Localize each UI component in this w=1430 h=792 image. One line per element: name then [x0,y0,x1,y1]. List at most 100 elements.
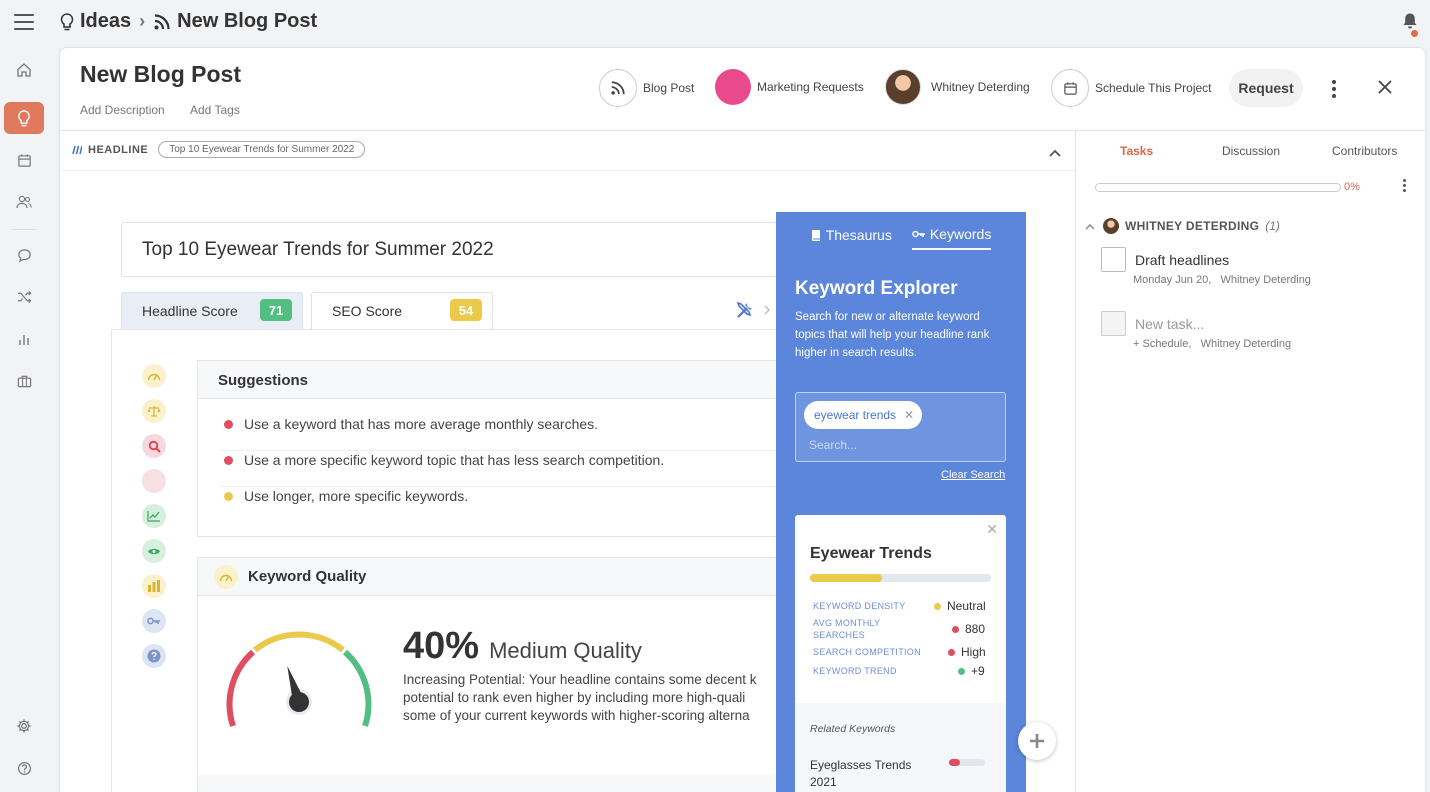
keyword-score-fill [810,574,883,582]
keyword-chip[interactable]: eyewear trends ✕ [804,401,923,429]
help-icon[interactable] [4,752,44,784]
calendar-icon[interactable] [4,144,44,176]
task-progress-percent: 0% [1344,181,1360,193]
suggestion-item: Use longer, more specific keywords. [224,488,468,504]
gauge-green-arc [342,649,372,727]
suggestions-panel: Suggestions Use a keyword that has more … [197,360,798,537]
schedule-project-button[interactable]: Schedule This Project [1051,69,1212,107]
quality-percent: 40% [403,625,480,667]
tab-label: SEO Score [332,303,403,319]
close-icon[interactable]: ✕ [986,521,998,538]
metric-label: KEYWORD DENSITY [813,601,906,611]
tab-contributors[interactable]: Contributors [1332,144,1397,158]
blank-icon[interactable] [142,469,166,493]
related-keywords: Related Keywords Eyeglasses Trends 2021 [795,703,1006,792]
clear-search-link[interactable]: Clear Search [941,469,1005,481]
collapse-chevron-up-icon[interactable] [1049,144,1061,162]
chat-icon[interactable] [4,239,44,271]
headline-label: HEADLINE [88,143,149,156]
explorer-description: Search for new or alternate keyword topi… [795,311,990,359]
keyword-quality-header: Keyword Quality [198,558,797,596]
search-icon[interactable] [142,434,166,458]
close-icon[interactable] [1377,79,1393,100]
suggestion-text: Use a more specific keyword topic that h… [244,452,665,468]
left-nav [0,44,48,792]
suggestion-item: Use a more specific keyword topic that h… [224,452,664,468]
question-icon[interactable] [142,644,166,668]
tab-headline-score[interactable]: Headline Score 71 [121,292,303,329]
tab-discussion[interactable]: Discussion [1222,144,1280,158]
key-icon[interactable] [142,609,166,633]
balance-scale-icon[interactable] [142,399,166,423]
seo-score-badge: 54 [450,299,482,321]
tab-thesaurus[interactable]: Thesaurus [811,226,892,250]
home-icon[interactable] [4,54,44,86]
search-placeholder: Search... [809,438,858,452]
assignee-count: (1) [1265,219,1280,233]
more-options-icon[interactable] [1332,80,1336,101]
avatar [885,69,921,105]
add-description-link[interactable]: Add Description [80,103,165,117]
new-task-checkbox[interactable] [1101,311,1126,336]
calendar-icon [1051,69,1089,107]
keyword-quality-title: Keyword Quality [248,568,367,585]
breadcrumb-current: New Blog Post [177,10,318,32]
task-title[interactable]: Draft headlines [1135,252,1229,268]
more-options-icon[interactable] [1403,179,1406,194]
content-type-button[interactable]: Blog Post [599,69,694,107]
campaign-button[interactable]: Marketing Requests [715,69,864,105]
tab-keywords[interactable]: Keywords [911,226,992,250]
content-type-label: Blog Post [643,81,695,95]
key-icon [912,230,925,238]
task-meta: Monday Jun 20, Whitney Deterding [1133,274,1311,286]
new-task-meta[interactable]: + Schedule, Whitney Deterding [1133,338,1291,350]
ideas-icon[interactable] [4,102,44,134]
headline-score-badge: 71 [260,299,292,321]
assignee-group[interactable]: WHITNEY DETERDING (1) [1085,218,1280,234]
metric-label: KEYWORD TREND [813,666,897,676]
suggestion-item: Use a keyword that has more average mont… [224,416,598,432]
add-keyword-button[interactable] [1018,722,1056,760]
speedometer-icon[interactable] [142,364,166,388]
tools-icon [736,301,752,318]
hamburger-menu-icon[interactable] [14,14,34,30]
project-card: New Blog Post Add Description Add Tags B… [59,47,1426,792]
analytics-icon[interactable] [4,323,44,355]
new-task-input[interactable]: New task... [1135,316,1204,332]
settings-gear-icon[interactable] [4,710,44,742]
quality-label: Medium Quality [489,638,642,663]
keyword-search-input[interactable]: eyewear trends ✕ Search... [795,392,1006,462]
tools-button[interactable] [735,300,771,320]
page-title[interactable]: New Blog Post [80,61,241,88]
remove-chip-icon[interactable]: ✕ [904,408,914,422]
metric-label: SEARCH COMPETITION [813,647,921,657]
shuffle-icon[interactable] [4,281,44,313]
headline-input[interactable]: Top 10 Eyewear Trends for Summer 2022 [121,222,791,277]
headline-pill[interactable]: Top 10 Eyewear Trends for Summer 2022 [158,141,366,158]
avatar [1103,218,1119,234]
eye-icon[interactable] [142,539,166,563]
briefcase-icon[interactable] [4,365,44,397]
related-score-fill [949,759,960,766]
gauge-needle [286,665,312,715]
rss-icon [154,13,170,29]
tab-tasks[interactable]: Tasks [1120,144,1153,158]
task-checkbox[interactable] [1101,247,1126,272]
team-icon[interactable] [4,186,44,218]
add-tags-link[interactable]: Add Tags [190,103,240,117]
owner-button[interactable]: Whitney Deterding [885,69,1030,105]
gauge-red-arc [226,649,256,727]
tab-label: Headline Score [142,303,238,319]
metric-value: Neutral [934,599,986,613]
line-chart-icon[interactable] [142,504,166,528]
related-keyword-item[interactable]: Eyeglasses Trends 2021 [810,757,920,791]
status-dot [224,419,233,429]
breadcrumb-ideas[interactable]: Ideas [80,10,131,33]
assignee-name: WHITNEY DETERDING [1125,219,1260,233]
suggestions-title: Suggestions [198,361,797,399]
rss-icon [599,69,637,107]
bar-chart-icon[interactable] [142,574,166,598]
request-button[interactable]: Request [1229,69,1303,107]
tab-seo-score[interactable]: SEO Score 54 [311,292,493,329]
quality-gauge [226,631,372,727]
